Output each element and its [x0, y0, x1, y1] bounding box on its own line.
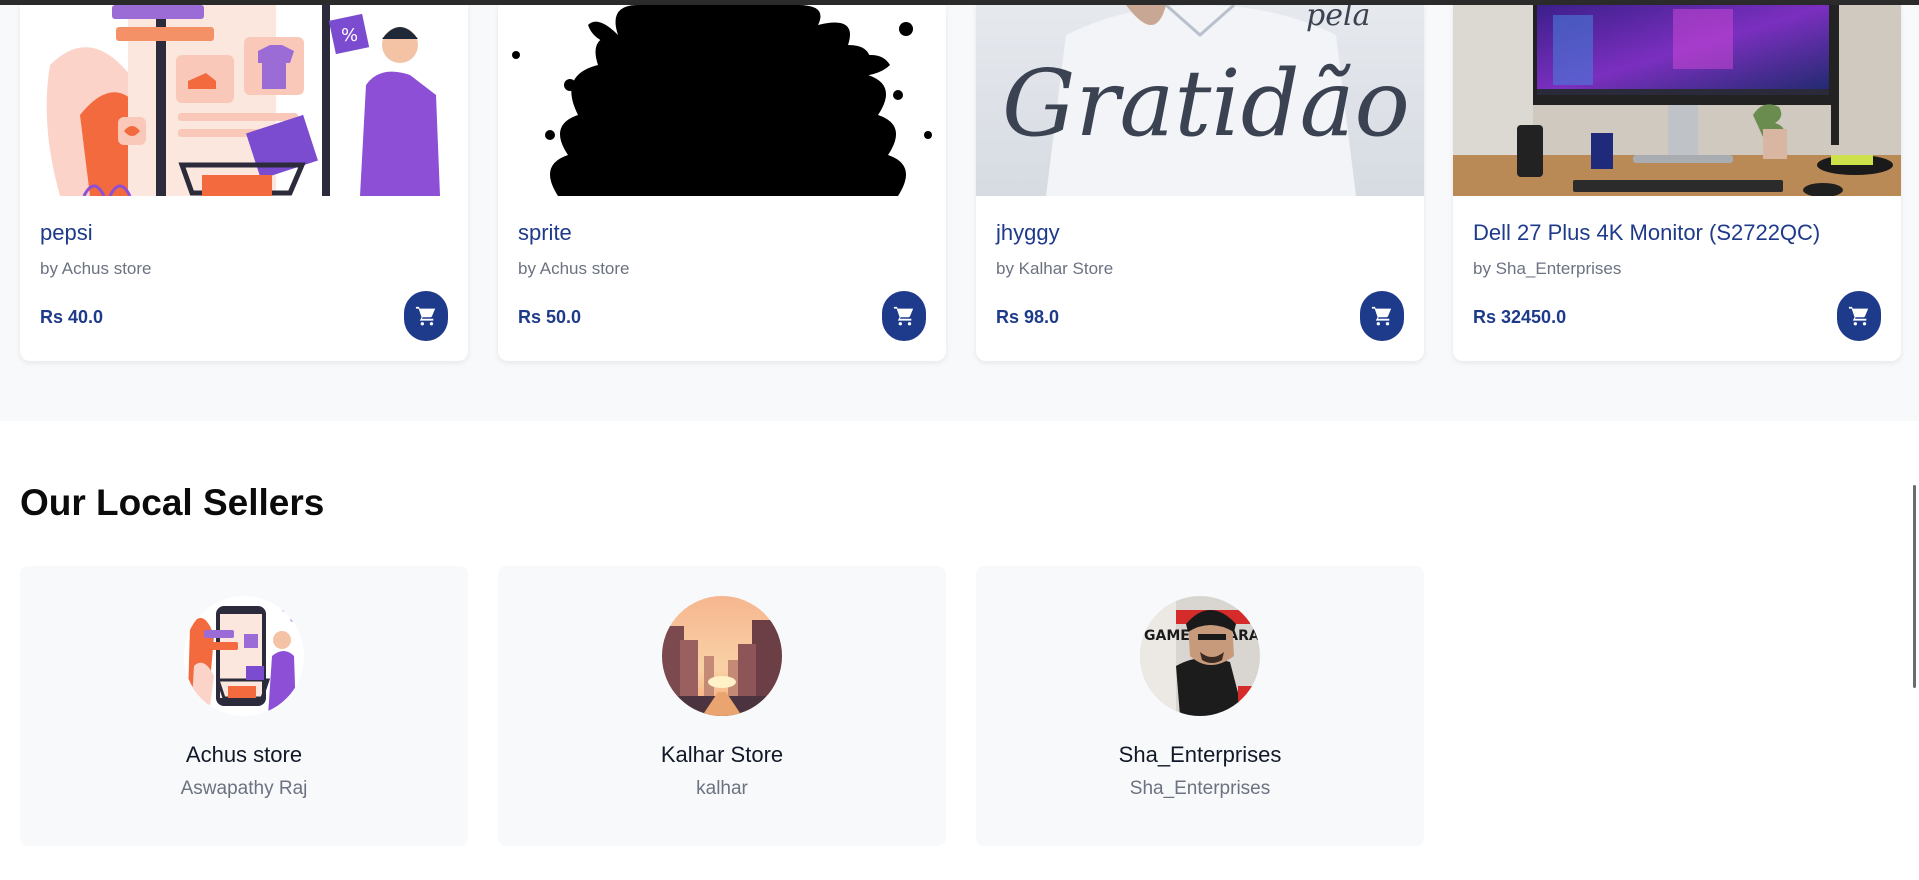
cart-icon	[415, 306, 436, 326]
products-section: % pepsi by Achus store Rs 40.0 sprite by…	[0, 5, 1919, 421]
product-image[interactable]: %	[20, 5, 468, 196]
product-card-pepsi[interactable]: % pepsi by Achus store Rs 40.0	[20, 5, 468, 361]
seller-owner: kalhar	[696, 778, 748, 799]
avatar	[662, 596, 782, 716]
add-to-cart-button[interactable]	[1360, 291, 1404, 341]
seller-card-achus-store[interactable]: Achus store Aswapathy Raj	[20, 566, 468, 846]
cart-icon	[1371, 306, 1392, 326]
product-name[interactable]: pepsi	[40, 220, 450, 246]
product-name[interactable]: Dell 27 Plus 4K Monitor (S2722QC)	[1473, 220, 1883, 246]
product-card-dell-monitor[interactable]: Dell 27 Plus 4K Monitor (S2722QC) by Sha…	[1453, 5, 1901, 361]
cart-icon	[1848, 306, 1869, 326]
add-to-cart-button[interactable]	[404, 291, 448, 341]
avatar	[184, 596, 304, 716]
svg-text:pela: pela	[1306, 5, 1370, 33]
cart-icon	[893, 306, 914, 326]
gamer-portrait-avatar: GAMER SHARA	[1140, 596, 1260, 716]
ink-splash-icon	[498, 5, 946, 196]
shopping-illustration-avatar	[184, 596, 304, 716]
product-image[interactable]	[1453, 5, 1901, 196]
seller-owner: Aswapathy Raj	[180, 778, 308, 799]
seller-card-kalhar-store[interactable]: Kalhar Store kalhar	[498, 566, 946, 846]
seller-card-sha-enterprises[interactable]: GAMER SHARA Sha_Enterprises Sha_Enterpri…	[976, 566, 1424, 846]
product-price: Rs 98.0	[996, 307, 1060, 327]
city-sunset-avatar	[662, 596, 782, 716]
product-card-jhyggy[interactable]: Gratidão pela jhyggy by Kalhar Store Rs …	[976, 5, 1424, 361]
monitor-desk-photo	[1453, 5, 1901, 196]
product-price: Rs 50.0	[518, 307, 582, 327]
svg-text:%: %	[341, 25, 358, 46]
seller-name[interactable]: Sha_Enterprises	[976, 742, 1424, 768]
seller-name[interactable]: Achus store	[20, 742, 468, 768]
svg-text:Gratidão: Gratidão	[1002, 50, 1410, 157]
gratidao-shirt-photo: Gratidão pela	[976, 5, 1424, 196]
seller-name[interactable]: Kalhar Store	[498, 742, 946, 768]
product-image[interactable]: Gratidão pela	[976, 5, 1424, 196]
page-scrollbar[interactable]	[1913, 485, 1916, 688]
product-price: Rs 32450.0	[1473, 307, 1567, 327]
product-seller: by Sha_Enterprises	[1473, 259, 1622, 278]
product-price: Rs 40.0	[40, 307, 104, 327]
seller-owner: Sha_Enterprises	[1129, 778, 1271, 799]
avatar: GAMER SHARA	[1140, 596, 1260, 716]
shopping-illustration-icon: %	[20, 5, 468, 196]
add-to-cart-button[interactable]	[882, 291, 926, 341]
product-image[interactable]	[498, 5, 946, 196]
product-seller: by Kalhar Store	[996, 259, 1114, 278]
product-card-sprite[interactable]: sprite by Achus store Rs 50.0	[498, 5, 946, 361]
sellers-section-title: Our Local Sellers	[20, 482, 325, 523]
product-seller: by Achus store	[40, 259, 152, 278]
product-seller: by Achus store	[518, 259, 630, 278]
product-name[interactable]: jhyggy	[996, 220, 1406, 246]
product-name[interactable]: sprite	[518, 220, 928, 246]
add-to-cart-button[interactable]	[1837, 291, 1881, 341]
